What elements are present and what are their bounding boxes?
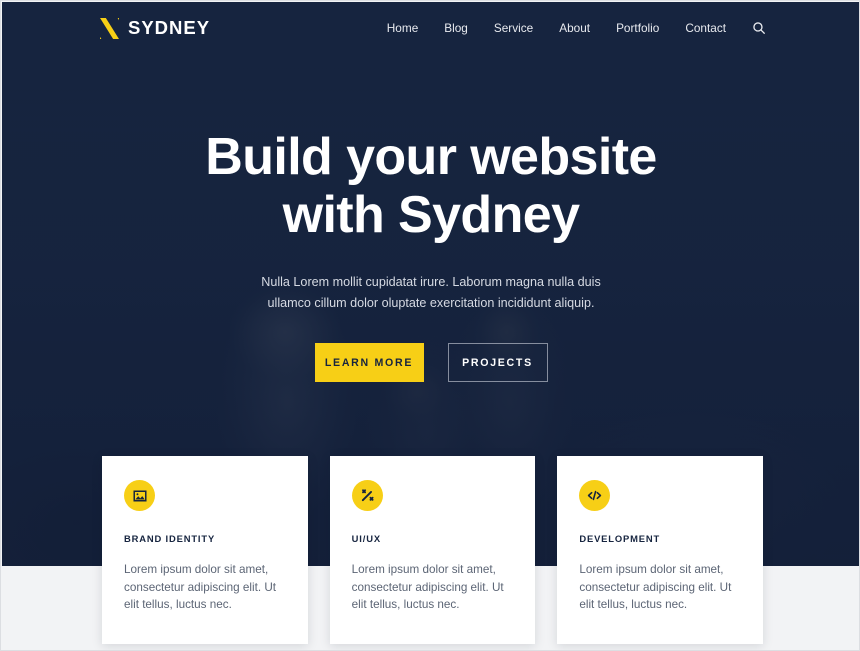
feature-card-brand-identity[interactable]: BRAND IDENTITY Lorem ipsum dolor sit ame… [102, 456, 308, 644]
projects-button[interactable]: PROJECTS [447, 343, 548, 382]
hero-content: Build your website with Sydney Nulla Lor… [2, 2, 859, 382]
site-header: SYDNEY Home Blog Service About Portfolio… [2, 2, 859, 54]
search-icon[interactable] [746, 15, 772, 41]
brand-name: SYDNEY [128, 17, 211, 38]
main-navigation: Home Blog Service About Portfolio Contac… [374, 15, 772, 41]
feature-cards: BRAND IDENTITY Lorem ipsum dolor sit ame… [102, 456, 764, 644]
hero-action-buttons: LEARN MORE PROJECTS [2, 343, 859, 382]
nav-item-home[interactable]: Home [374, 15, 431, 41]
feature-card-development[interactable]: DEVELOPMENT Lorem ipsum dolor sit amet, … [557, 456, 764, 644]
page-viewport: SYDNEY Home Blog Service About Portfolio… [0, 0, 860, 651]
sydney-logo-icon [100, 17, 119, 39]
hero-title-line-1: Build your website [205, 128, 657, 186]
feature-title: BRAND IDENTITY [124, 533, 216, 544]
feature-text: Lorem ipsum dolor sit amet, consectetur … [124, 563, 277, 611]
learn-more-button[interactable]: LEARN MORE [314, 343, 424, 382]
nav-item-about[interactable]: About [546, 15, 603, 41]
hero-subtitle: Nulla Lorem mollit cupidatat irure. Labo… [261, 275, 601, 310]
image-icon [124, 480, 155, 511]
code-icon [579, 480, 611, 511]
hero-title-line-2: with Sydney [282, 186, 580, 244]
page-title: Build your website with Sydney [2, 128, 859, 244]
magic-wand-icon [351, 480, 383, 511]
nav-item-portfolio[interactable]: Portfolio [603, 15, 672, 41]
nav-item-contact[interactable]: Contact [672, 15, 739, 41]
feature-card-ui-ux[interactable]: UI/UX Lorem ipsum dolor sit amet, consec… [329, 456, 536, 644]
feature-text: Lorem ipsum dolor sit amet, consectetur … [351, 563, 504, 611]
feature-title: UI/UX [351, 533, 381, 544]
brand-logo[interactable]: SYDNEY [100, 17, 210, 39]
nav-item-blog[interactable]: Blog [431, 15, 481, 41]
feature-title: DEVELOPMENT [579, 533, 661, 544]
feature-text: Lorem ipsum dolor sit amet, consectetur … [579, 563, 732, 611]
nav-item-service[interactable]: Service [481, 15, 546, 41]
